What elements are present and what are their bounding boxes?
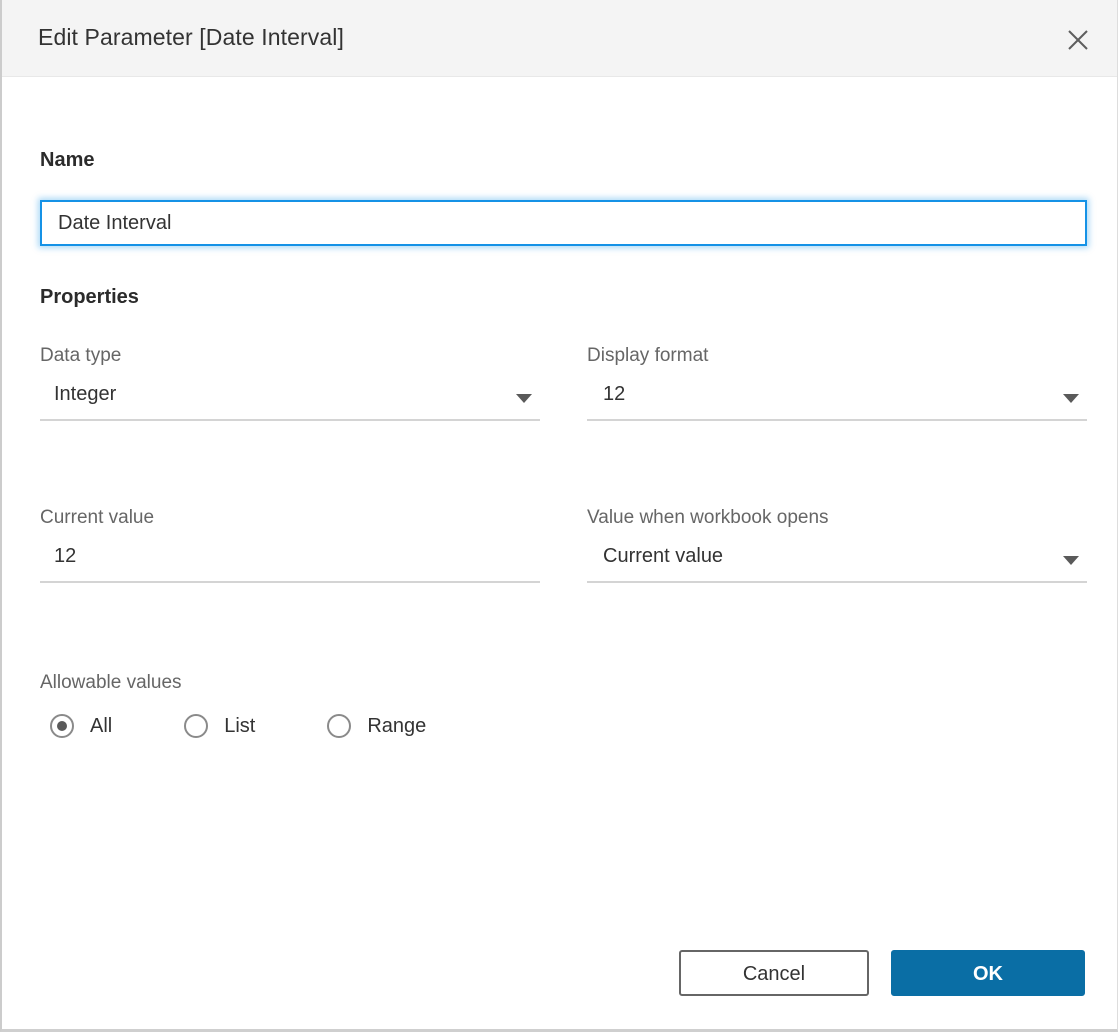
field-value-when-workbook-opens: Value when workbook opens Current value xyxy=(587,507,1087,583)
field-display-format: Display format 12 xyxy=(587,345,1087,421)
dialog-titlebar: Edit Parameter [Date Interval] xyxy=(2,0,1117,77)
field-label-data-type: Data type xyxy=(40,345,122,366)
radio-label-all: All xyxy=(90,714,113,737)
ok-button[interactable]: OK xyxy=(891,950,1085,996)
allowable-values-radio-group: All List Range xyxy=(50,714,498,738)
dialog-title: Edit Parameter [Date Interval] xyxy=(38,24,344,50)
data-type-select[interactable]: Integer xyxy=(40,381,540,421)
name-input-wrapper[interactable] xyxy=(40,200,1087,246)
allowable-values-label: Allowable values xyxy=(40,672,182,693)
radio-option-all[interactable]: All xyxy=(50,714,112,738)
dialog-footer: Cancel OK xyxy=(679,950,1085,996)
field-label-display-format: Display format xyxy=(587,345,709,366)
radio-option-range[interactable]: Range xyxy=(327,714,426,738)
value-when-workbook-opens-value: Current value xyxy=(603,545,724,567)
chevron-down-icon[interactable] xyxy=(1063,394,1079,403)
radio-icon-list[interactable] xyxy=(184,714,209,738)
field-data-type: Data type Integer xyxy=(40,345,540,421)
field-current-value: Current value 12 xyxy=(40,507,540,583)
radio-icon-range[interactable] xyxy=(327,714,352,738)
radio-label-list: List xyxy=(224,714,256,737)
value-when-workbook-opens-select[interactable]: Current value xyxy=(587,543,1087,583)
dialog-body: Name Properties Data type Integer Displa… xyxy=(2,77,1117,1029)
display-format-value: 12 xyxy=(603,383,626,405)
radio-option-list[interactable]: List xyxy=(184,714,255,738)
chevron-down-icon[interactable] xyxy=(516,394,532,403)
edit-parameter-dialog: Edit Parameter [Date Interval] Name Prop… xyxy=(0,0,1118,1032)
name-input[interactable] xyxy=(42,202,1085,244)
close-icon[interactable] xyxy=(1057,18,1099,60)
name-section-heading: Name xyxy=(40,149,95,171)
field-label-current-value: Current value xyxy=(40,507,155,528)
radio-icon-all[interactable] xyxy=(50,714,74,738)
current-value-input[interactable]: 12 xyxy=(40,543,540,583)
properties-section-heading: Properties xyxy=(40,286,139,308)
cancel-button[interactable]: Cancel xyxy=(679,950,869,996)
current-value-text: 12 xyxy=(54,545,77,567)
field-label-value-when-workbook-opens: Value when workbook opens xyxy=(587,507,829,528)
chevron-down-icon[interactable] xyxy=(1063,556,1079,565)
radio-label-range: Range xyxy=(367,714,427,737)
data-type-value: Integer xyxy=(54,383,117,405)
display-format-select[interactable]: 12 xyxy=(587,381,1087,421)
